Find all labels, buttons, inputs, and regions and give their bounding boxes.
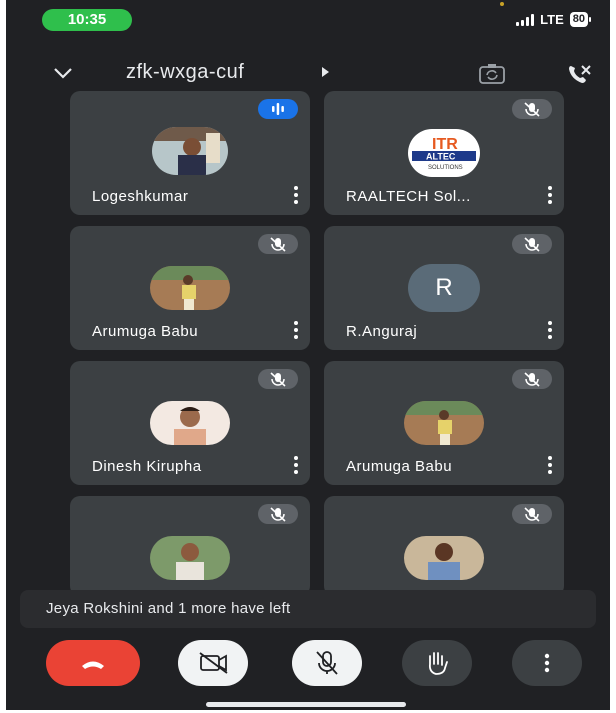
avatar bbox=[150, 266, 230, 310]
end-call-button[interactable] bbox=[46, 640, 140, 686]
svg-text:SOLUTIONS: SOLUTIONS bbox=[428, 165, 463, 171]
raise-hand-button[interactable] bbox=[402, 640, 472, 686]
more-vert-icon[interactable] bbox=[294, 456, 298, 474]
switch-camera-icon[interactable] bbox=[478, 62, 506, 86]
participant-name: RAALTECH Sol... bbox=[346, 188, 471, 205]
participant-tile[interactable]: Dinesh Kirupha bbox=[70, 361, 310, 485]
mic-off-icon bbox=[512, 99, 552, 119]
participant-tile[interactable]: Arumuga Babu bbox=[324, 361, 564, 485]
audio-output-icon[interactable] bbox=[566, 62, 594, 86]
meeting-header: zfk-wxga-cuf bbox=[6, 58, 610, 90]
more-vert-icon[interactable] bbox=[548, 186, 552, 204]
battery-icon: 80 bbox=[569, 12, 592, 27]
avatar bbox=[404, 401, 484, 445]
participant-tile[interactable] bbox=[324, 496, 564, 596]
more-vert-icon[interactable] bbox=[548, 456, 552, 474]
end-call-icon bbox=[82, 661, 104, 669]
mic-off-icon bbox=[258, 504, 298, 524]
more-vert-icon[interactable] bbox=[548, 321, 552, 339]
participant-tile[interactable]: Logeshkumar bbox=[70, 91, 310, 215]
mic-off-icon bbox=[512, 504, 552, 524]
svg-text:ALTEC: ALTEC bbox=[426, 152, 456, 162]
phone-screen: 10:35 LTE 80 zfk-wxga-cuf Logeshkumar IT… bbox=[6, 0, 610, 710]
notification-text: Jeya Rokshini and 1 more have left bbox=[46, 600, 291, 617]
signal-icon bbox=[516, 13, 535, 26]
speaking-indicator-icon bbox=[258, 99, 298, 119]
avatar bbox=[152, 127, 228, 175]
more-vert-icon bbox=[544, 653, 550, 673]
participant-name: R.Anguraj bbox=[346, 323, 418, 340]
participant-tile[interactable]: ITR ALTEC SOLUTIONS RAALTECH Sol... bbox=[324, 91, 564, 215]
status-time: 10:35 bbox=[42, 9, 132, 31]
participant-name: Arumuga Babu bbox=[92, 323, 199, 340]
more-vert-icon[interactable] bbox=[294, 186, 298, 204]
avatar bbox=[404, 536, 484, 580]
meeting-code[interactable]: zfk-wxga-cuf bbox=[126, 61, 244, 84]
play-arrow-icon[interactable] bbox=[322, 67, 329, 77]
mic-off-icon bbox=[258, 234, 298, 254]
avatar bbox=[150, 401, 230, 445]
chevron-down-icon[interactable] bbox=[52, 62, 74, 84]
network-label: LTE bbox=[540, 12, 564, 27]
avatar bbox=[150, 536, 230, 580]
avatar-initial: R bbox=[408, 264, 480, 312]
participant-tile[interactable]: R R.Anguraj bbox=[324, 226, 564, 350]
mic-off-icon bbox=[258, 369, 298, 389]
raise-hand-icon bbox=[428, 652, 448, 675]
company-logo: ITR ALTEC SOLUTIONS bbox=[408, 129, 480, 177]
left-notification: Jeya Rokshini and 1 more have left bbox=[20, 590, 596, 628]
home-indicator[interactable] bbox=[206, 702, 406, 707]
svg-text:ITR: ITR bbox=[432, 136, 458, 153]
participant-tile[interactable]: Arumuga Babu bbox=[70, 226, 310, 350]
camera-toggle-button[interactable] bbox=[178, 640, 248, 686]
mic-off-icon bbox=[316, 651, 338, 675]
privacy-indicator bbox=[500, 2, 504, 6]
more-vert-icon[interactable] bbox=[294, 321, 298, 339]
more-options-button[interactable] bbox=[512, 640, 582, 686]
mic-off-icon bbox=[512, 369, 552, 389]
mic-off-icon bbox=[512, 234, 552, 254]
participant-name: Logeshkumar bbox=[92, 188, 189, 205]
mic-toggle-button[interactable] bbox=[292, 640, 362, 686]
participant-name: Arumuga Babu bbox=[346, 458, 453, 475]
participant-tile[interactable] bbox=[70, 496, 310, 596]
video-off-icon bbox=[199, 652, 228, 674]
status-indicators: LTE 80 bbox=[516, 12, 592, 27]
participant-name: Dinesh Kirupha bbox=[92, 458, 202, 475]
